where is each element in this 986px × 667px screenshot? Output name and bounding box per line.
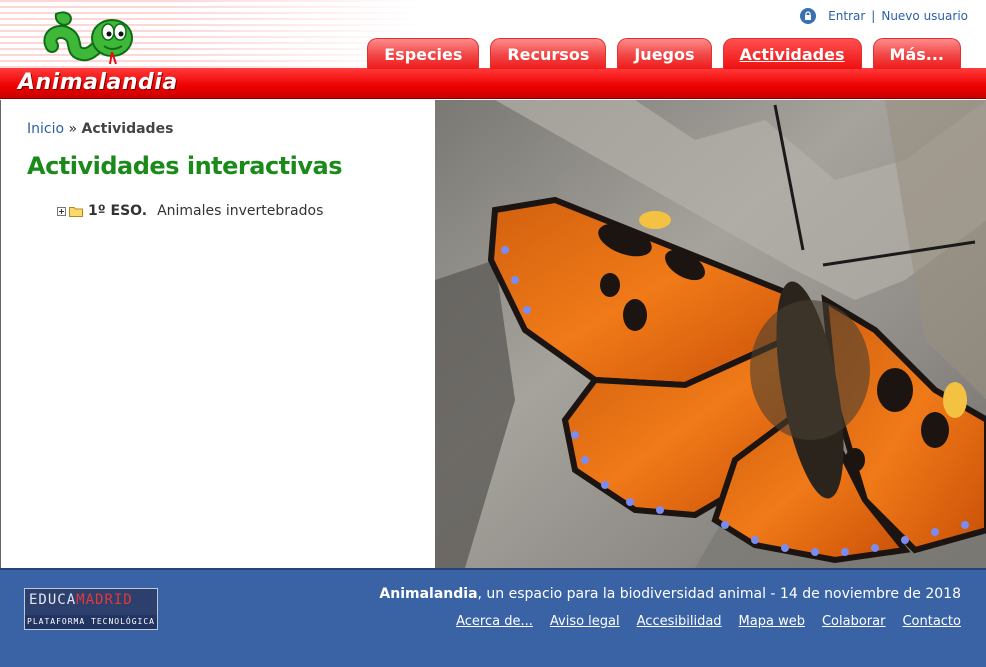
educamadrid-logo-subtitle: PLATAFORMA TECNOLÓGICA	[25, 615, 157, 629]
user-links-separator: |	[871, 9, 876, 23]
user-links: Entrar | Nuevo usuario	[800, 8, 968, 24]
footer-link-mapa-web[interactable]: Mapa web	[739, 614, 805, 629]
site-logo-text[interactable]: Animalandia	[18, 70, 178, 95]
expand-toggle-icon[interactable]	[57, 206, 66, 216]
main-content: Inicio » Actividades Actividades interac…	[0, 100, 986, 568]
breadcrumb: Inicio » Actividades	[27, 121, 173, 137]
breadcrumb-home-link[interactable]: Inicio	[27, 121, 64, 137]
register-link[interactable]: Nuevo usuario	[881, 9, 968, 23]
login-link[interactable]: Entrar	[828, 9, 865, 23]
tree-item-level[interactable]: 1º ESO.	[88, 203, 147, 219]
butterfly-photo	[435, 100, 986, 568]
tab-actividades[interactable]: Actividades	[722, 38, 862, 69]
footer-link-contacto[interactable]: Contacto	[902, 614, 961, 629]
breadcrumb-separator: »	[68, 121, 78, 137]
tree-item[interactable]: 1º ESO. Animales invertebrados	[57, 203, 323, 219]
tree-item-label[interactable]: Animales invertebrados	[157, 203, 323, 219]
tab-especies[interactable]: Especies	[367, 38, 480, 69]
educamadrid-logo[interactable]: EDUCAMADRID PLATAFORMA TECNOLÓGICA	[24, 588, 158, 630]
breadcrumb-current: Actividades	[81, 121, 174, 137]
tab-mas[interactable]: Más...	[872, 38, 961, 69]
footer-tagline-text: , un espacio para la biodiversidad anima…	[477, 586, 961, 602]
folder-icon	[69, 206, 83, 217]
footer-link-colaborar[interactable]: Colaborar	[822, 614, 885, 629]
main-nav-tabs: Especies Recursos Juegos Actividades Más…	[367, 38, 961, 69]
footer-links: Acerca de... Aviso legal Accesibilidad M…	[456, 614, 961, 629]
snake-logo-icon[interactable]	[40, 6, 140, 78]
footer-tagline: Animalandia, un espacio para la biodiver…	[379, 586, 961, 602]
footer-site-name: Animalandia	[379, 586, 478, 602]
site-header: Animalandia Entrar | Nuevo usuario Espec…	[0, 0, 986, 100]
lock-icon	[800, 8, 817, 24]
footer-link-aviso-legal[interactable]: Aviso legal	[550, 614, 620, 629]
page-title: Actividades interactivas	[27, 152, 343, 180]
site-footer: EDUCAMADRID PLATAFORMA TECNOLÓGICA Anima…	[0, 568, 986, 667]
footer-link-acerca[interactable]: Acerca de...	[456, 614, 533, 629]
tab-juegos[interactable]: Juegos	[617, 38, 712, 69]
footer-link-accesibilidad[interactable]: Accesibilidad	[637, 614, 722, 629]
tab-recursos[interactable]: Recursos	[490, 38, 607, 69]
educamadrid-logo-title: EDUCAMADRID	[29, 592, 133, 608]
